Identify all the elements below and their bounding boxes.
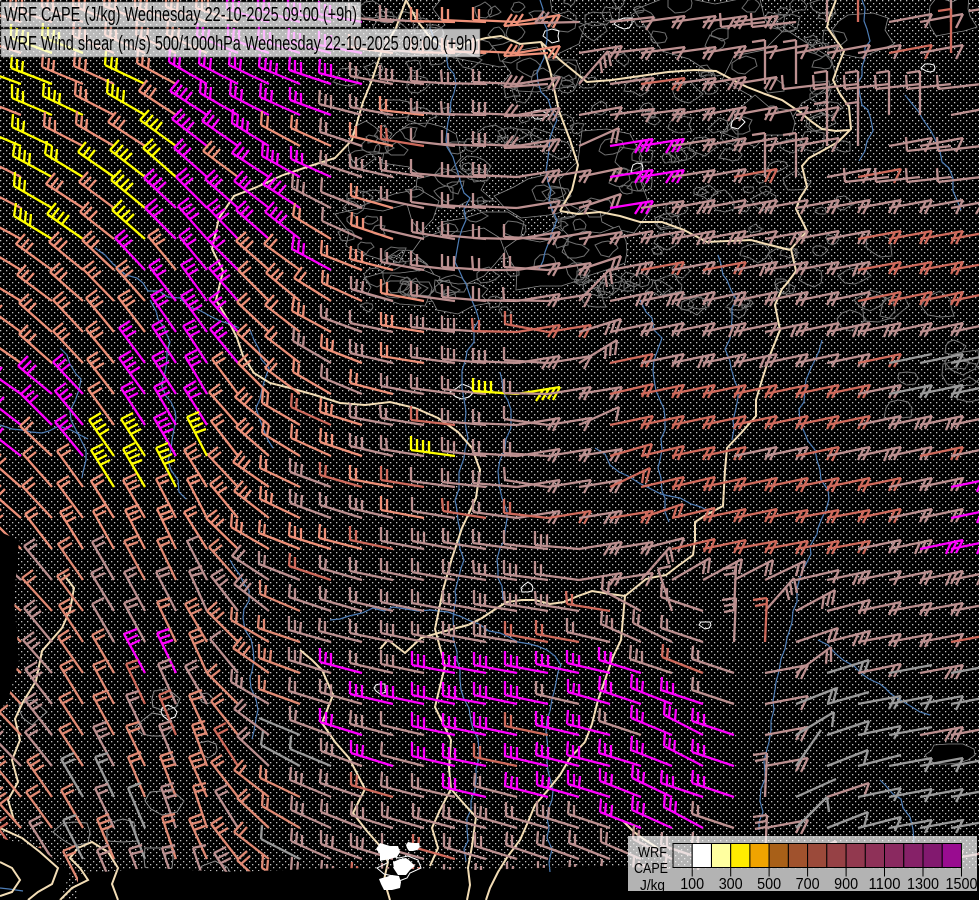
svg-text:900: 900 xyxy=(834,876,858,893)
svg-text:1100: 1100 xyxy=(869,876,901,893)
svg-text:WRF Wind shear (m/s) 500/1000h: WRF Wind shear (m/s) 500/1000hPa Wednesd… xyxy=(4,33,477,55)
svg-text:100: 100 xyxy=(680,876,704,893)
svg-text:1500: 1500 xyxy=(946,876,978,893)
svg-text:WRF CAPE (J/kg) Wednesday 22-1: WRF CAPE (J/kg) Wednesday 22-10-2025 09:… xyxy=(4,4,357,26)
svg-text:300: 300 xyxy=(719,876,743,893)
svg-text:CAPE: CAPE xyxy=(634,860,668,877)
svg-text:700: 700 xyxy=(796,876,820,893)
svg-text:J/kg: J/kg xyxy=(640,877,665,894)
svg-text:WRF: WRF xyxy=(638,844,667,861)
svg-text:1300: 1300 xyxy=(907,876,939,893)
svg-text:500: 500 xyxy=(757,876,781,893)
